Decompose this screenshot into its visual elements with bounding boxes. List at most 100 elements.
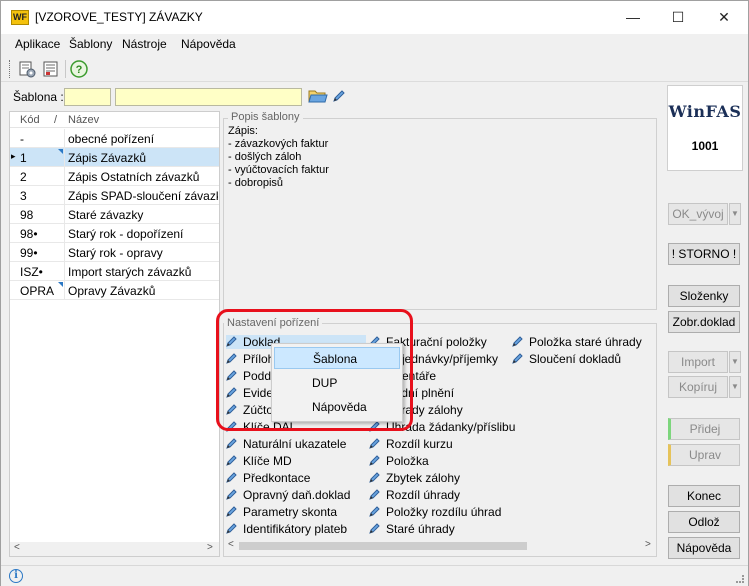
row-name: Zápis SPAD-sloučení závazků <box>68 189 218 203</box>
row-code: 2 <box>20 170 27 184</box>
setting-item-label: Položka staré úhrady <box>529 335 642 349</box>
column-header-name[interactable]: Název <box>68 114 99 126</box>
list-row[interactable]: 99• Starý rok - opravy <box>10 243 219 262</box>
scrollbar-thumb[interactable] <box>239 542 527 550</box>
menu-nastroje[interactable]: Nástroje <box>122 37 167 51</box>
toolbar: ? <box>1 56 748 82</box>
setting-item-label: Opravný daň.doklad <box>243 488 351 502</box>
row-name: Zápis Ostatních závazků <box>68 170 200 184</box>
setting-item[interactable]: Předkontace <box>226 471 310 485</box>
scroll-left-icon[interactable]: < <box>14 542 20 553</box>
row-name: obecné pořízení <box>68 132 155 146</box>
popis-sablony-legend: Popis šablony <box>228 111 303 123</box>
konec-button[interactable]: Konec <box>668 485 740 507</box>
info-icon[interactable]: i <box>9 569 23 583</box>
template-list[interactable]: Kód / Název - obecné pořízení ▸ 1 Zápis Záva… <box>9 111 220 557</box>
folder-open-icon[interactable] <box>308 87 328 105</box>
edit-pencil-icon <box>512 352 525 364</box>
list-row[interactable]: 2 Zápis Ostatních závazků <box>10 167 219 186</box>
toolbar-separator <box>65 60 66 78</box>
setting-item[interactable]: Identifikátory plateb <box>226 522 347 536</box>
setting-item[interactable]: Opravný daň.doklad <box>226 488 350 502</box>
setting-item[interactable]: Staré úhrady <box>369 522 455 536</box>
sablona-code-input[interactable] <box>64 88 111 106</box>
setting-item-label: Rozdíl úhrady <box>386 488 461 502</box>
row-name: Starý rok - opravy <box>68 246 163 260</box>
resize-grip-icon[interactable] <box>736 575 744 583</box>
import-dropdown-icon[interactable]: ▼ <box>729 351 741 373</box>
edit-pencil-icon <box>226 488 239 500</box>
row-code: 98 <box>20 208 34 222</box>
odloz-button[interactable]: Odlož <box>668 511 740 533</box>
toolbar-grip[interactable] <box>9 60 11 78</box>
kopiruj-dropdown-icon[interactable]: ▼ <box>729 376 741 398</box>
title-bar[interactable]: WF [VZOROVE_TESTY] ZÁVAZKY — ☐ ✕ <box>1 1 748 34</box>
setting-item-label: Staré úhrady <box>386 522 455 536</box>
column-header-code[interactable]: Kód <box>20 114 40 126</box>
edit-pencil-icon <box>369 437 382 449</box>
row-name: Zápis Závazků <box>68 151 147 165</box>
row-code: OPRA <box>20 284 55 298</box>
setting-item[interactable]: Naturální ukazatele <box>226 437 346 451</box>
list-row[interactable]: ▸ 1 Zápis Závazků <box>10 148 219 167</box>
settings-icon[interactable] <box>17 59 37 79</box>
close-button[interactable]: ✕ <box>701 1 747 34</box>
napoveda-button[interactable]: Nápověda <box>668 537 740 559</box>
pridej-button[interactable]: Přidej <box>668 418 740 440</box>
setting-item[interactable]: Zbytek zálohy <box>369 471 460 485</box>
setting-item[interactable]: Položka <box>369 454 429 468</box>
row-name: Import starých závazků <box>68 265 192 279</box>
scroll-left-icon[interactable]: < <box>228 539 234 550</box>
slozenky-button[interactable]: Složenky <box>668 285 740 307</box>
edit-pencil-icon[interactable] <box>331 88 347 104</box>
column-divider <box>64 186 65 205</box>
help-icon[interactable]: ? <box>69 59 89 79</box>
document-list-icon[interactable] <box>41 59 61 79</box>
maximize-button[interactable]: ☐ <box>655 1 701 34</box>
kopiruj-button[interactable]: Kopíruj <box>668 376 728 398</box>
storno-button[interactable]: ! STORNO ! <box>668 243 740 265</box>
scroll-right-icon[interactable]: > <box>645 539 651 550</box>
ok-vyvoj-dropdown-icon[interactable]: ▼ <box>729 203 741 225</box>
setting-item-label: Zbytek zálohy <box>386 471 461 485</box>
setting-item[interactable]: Rozdíl kurzu <box>369 437 453 451</box>
setting-item[interactable]: Rozdíl úhrady <box>369 488 460 502</box>
ok-vyvoj-button[interactable]: OK_vývoj <box>668 203 728 225</box>
setting-item[interactable]: Sloučení dokladů <box>512 352 621 366</box>
setting-item[interactable]: Parametry skonta <box>226 505 337 519</box>
sablona-name-input[interactable] <box>115 88 302 106</box>
scroll-right-icon[interactable]: > <box>207 542 213 553</box>
list-row[interactable]: ISZ• Import starých závazků <box>10 262 219 281</box>
import-button[interactable]: Import <box>668 351 728 373</box>
minimize-button[interactable]: — <box>610 1 656 34</box>
zobr-doklad-button[interactable]: Zobr.doklad <box>668 311 740 333</box>
list-row[interactable]: 98• Starý rok - dopořízení <box>10 224 219 243</box>
column-divider <box>64 224 65 243</box>
list-row[interactable]: 3 Zápis SPAD-sloučení závazků <box>10 186 219 205</box>
list-row[interactable]: - obecné pořízení <box>10 129 219 148</box>
edit-pencil-icon <box>369 505 382 517</box>
column-divider <box>64 167 65 186</box>
setting-item-label: Položky rozdílu úhrad <box>386 505 502 519</box>
menu-napoveda[interactable]: Nápověda <box>181 37 236 51</box>
list-row[interactable]: 98 Staré závazky <box>10 205 219 224</box>
menu-bar: Aplikace Šablony Nástroje Nápověda <box>1 34 748 54</box>
setting-item[interactable]: Položka staré úhrady <box>512 335 642 349</box>
list-row[interactable]: OPRA Opravy Závazků <box>10 281 219 300</box>
column-divider <box>64 129 65 148</box>
sort-indicator: / <box>54 114 58 126</box>
settings-horizontal-scrollbar[interactable]: < > <box>225 539 655 553</box>
list-horizontal-scrollbar[interactable]: < > <box>10 542 219 556</box>
setting-item[interactable]: Položky rozdílu úhrad <box>369 505 501 519</box>
edit-pencil-icon <box>226 471 239 483</box>
status-bar: i <box>1 565 748 586</box>
setting-item[interactable]: Klíče MD <box>226 454 292 468</box>
edit-pencil-icon <box>226 522 239 534</box>
column-divider <box>64 281 65 300</box>
menu-sablony[interactable]: Šablony <box>69 37 112 51</box>
uprav-button[interactable]: Uprav <box>668 444 740 466</box>
menu-aplikace[interactable]: Aplikace <box>15 37 60 51</box>
edit-pencil-icon <box>369 454 382 466</box>
highlight-annotation <box>216 309 413 431</box>
row-marker-icon <box>58 282 63 287</box>
